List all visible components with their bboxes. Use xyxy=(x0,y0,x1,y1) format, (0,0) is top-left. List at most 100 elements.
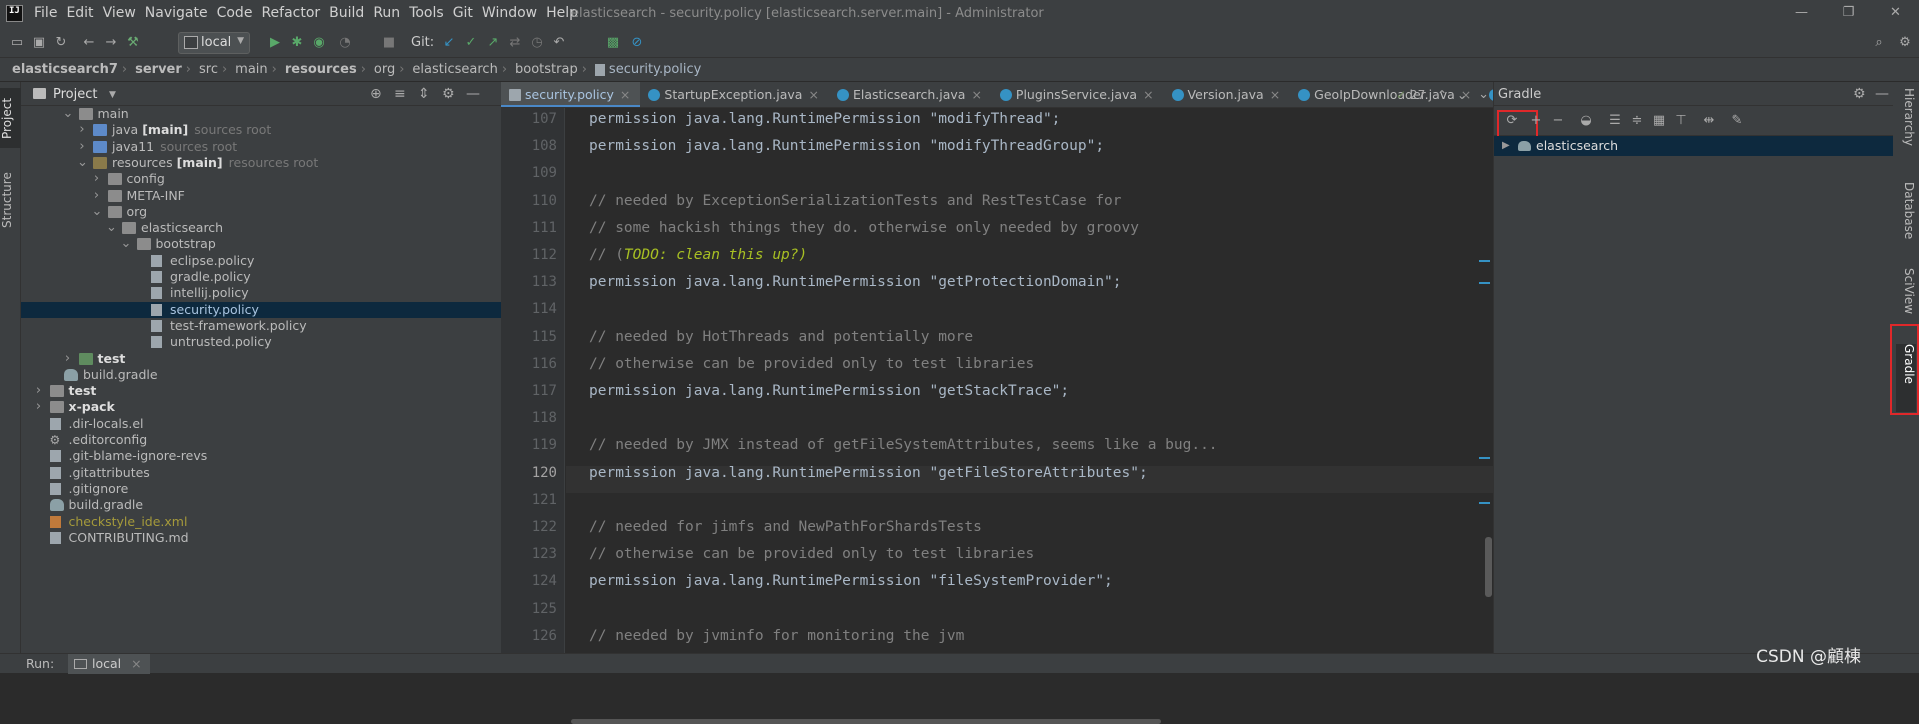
tree-node[interactable]: .gitignore xyxy=(21,481,501,497)
collapse-all-icon[interactable]: ≡ xyxy=(394,86,406,102)
tree-node[interactable]: › x-pack xyxy=(21,399,501,415)
run-tab-local[interactable]: local × xyxy=(68,654,150,674)
menu-item-code[interactable]: Code xyxy=(217,5,262,21)
tree-node[interactable]: › test xyxy=(21,383,501,399)
debug-icon[interactable]: ✱ xyxy=(288,34,306,52)
chevron-down-icon[interactable]: ⌄ xyxy=(92,204,103,220)
execute-task-icon[interactable]: ◒ xyxy=(1577,112,1595,130)
tree-node[interactable]: .gitattributes xyxy=(21,465,501,481)
tree-node[interactable]: › test xyxy=(21,351,501,367)
reload-gradle-icon[interactable]: ⟳ xyxy=(1497,110,1538,143)
editor-tab[interactable]: StartupException.java × xyxy=(640,82,829,107)
breadcrumb-item[interactable]: resources xyxy=(285,62,357,77)
close-icon[interactable]: × xyxy=(620,87,630,102)
build-hammer-icon[interactable]: ⚒ xyxy=(124,34,142,52)
add-icon[interactable]: + xyxy=(1527,112,1545,130)
git-rollback-icon[interactable]: ↶ xyxy=(550,34,568,52)
breadcrumb-item[interactable]: org xyxy=(374,62,395,77)
breadcrumb-item[interactable]: src xyxy=(199,62,218,77)
close-icon[interactable]: × xyxy=(1143,87,1153,102)
chevron-right-icon[interactable]: › xyxy=(92,171,102,187)
tree-node[interactable]: CONTRIBUTING.md xyxy=(21,530,501,546)
tree-node[interactable]: ⚙ .editorconfig xyxy=(21,432,501,448)
breadcrumb-item[interactable]: server xyxy=(135,62,182,77)
back-icon[interactable]: ← xyxy=(80,34,98,52)
tree-node[interactable]: .git-blame-ignore-revs xyxy=(21,448,501,464)
coverage-icon[interactable]: ◉ xyxy=(310,34,328,52)
settings-icon[interactable]: ⚙ xyxy=(1896,34,1914,52)
breadcrumb-file[interactable]: security.policy xyxy=(609,62,701,77)
hide-icon[interactable]: — xyxy=(1875,86,1889,102)
git-update-icon[interactable]: ↙ xyxy=(440,34,458,52)
editor-tab[interactable]: security.policy × xyxy=(501,82,641,107)
editor-tab[interactable]: Version.java × xyxy=(1164,82,1291,107)
menu-item-file[interactable]: File xyxy=(34,5,66,21)
offline-mode-icon[interactable]: ⇹ xyxy=(1700,112,1718,130)
tree-node[interactable]: › config xyxy=(21,171,501,187)
close-window-button[interactable]: ✕ xyxy=(1872,0,1919,28)
tree-node[interactable]: build.gradle xyxy=(21,497,501,513)
breadcrumb-item[interactable]: elasticsearch xyxy=(412,62,497,77)
git-history-icon[interactable]: ◷ xyxy=(528,34,546,52)
git-push-icon[interactable]: ↗ xyxy=(484,34,502,52)
chevron-right-icon[interactable]: › xyxy=(34,383,44,399)
tree-node[interactable]: build.gradle xyxy=(21,367,501,383)
tree-node[interactable]: ⌄ resources [main] resources root xyxy=(21,155,501,171)
menu-item-navigate[interactable]: Navigate xyxy=(145,5,217,21)
chevron-down-icon[interactable]: ⌄ xyxy=(77,155,88,171)
chevron-down-icon[interactable]: ⌄ xyxy=(1457,88,1467,102)
sync-icon[interactable]: ↻ xyxy=(52,34,70,52)
editor-horizontal-scrollbar[interactable] xyxy=(571,719,1161,724)
collapse-all-icon[interactable]: ≑ xyxy=(1628,112,1646,130)
tab-database[interactable]: Database xyxy=(1896,182,1916,252)
tree-node[interactable]: ⌄ elasticsearch xyxy=(21,220,501,236)
close-icon[interactable]: × xyxy=(131,656,141,671)
menu-item-build[interactable]: Build xyxy=(329,5,373,21)
profile-icon[interactable]: ◔ xyxy=(336,34,354,52)
maximize-button[interactable]: ❐ xyxy=(1825,0,1872,28)
minimize-button[interactable]: — xyxy=(1778,0,1825,28)
chevron-down-icon[interactable]: ⌄ xyxy=(63,106,74,122)
close-icon[interactable]: × xyxy=(1270,87,1280,102)
tree-node[interactable]: › java11 sources root xyxy=(21,139,501,155)
tab-hierarchy[interactable]: Hierarchy xyxy=(1896,88,1916,164)
code-area[interactable]: permission java.lang.RuntimePermission "… xyxy=(566,108,1493,653)
chevron-right-icon[interactable]: › xyxy=(34,399,44,415)
tree-node[interactable]: eclipse.policy xyxy=(21,253,501,269)
chevron-down-icon[interactable]: ▼ xyxy=(109,90,116,100)
tab-sciview[interactable]: SciView xyxy=(1896,268,1916,330)
menu-item-refactor[interactable]: Refactor xyxy=(261,5,329,21)
menu-item-edit[interactable]: Edit xyxy=(66,5,102,21)
tree-node[interactable]: .dir-locals.el xyxy=(21,416,501,432)
tree-node[interactable]: › META-INF xyxy=(21,188,501,204)
run-configuration-select[interactable]: local ▼ xyxy=(178,32,250,54)
analyze-icon[interactable]: ⊤ xyxy=(1672,112,1690,130)
chevron-right-icon[interactable]: › xyxy=(77,139,87,155)
tab-structure[interactable]: Structure xyxy=(0,160,21,240)
editor-tab[interactable]: Elasticsearch.java × xyxy=(829,82,992,107)
tree-node[interactable]: untrusted.policy xyxy=(21,334,501,350)
run-icon[interactable]: ▶ xyxy=(266,34,284,52)
chevron-down-icon[interactable]: ⌄ xyxy=(121,236,132,252)
menu-item-view[interactable]: View xyxy=(103,5,145,21)
chevron-right-icon[interactable]: › xyxy=(77,122,87,138)
gear-icon[interactable]: ⚙ xyxy=(442,86,455,102)
open-folder-icon[interactable]: ▭ xyxy=(8,34,26,52)
chevron-right-icon[interactable]: › xyxy=(63,351,73,367)
tree-node[interactable]: checkstyle_ide.xml xyxy=(21,514,501,530)
inspection-widget[interactable]: ✓ 27 ⌃ ⌄ xyxy=(1396,88,1467,102)
tree-node[interactable]: › java [main] sources root xyxy=(21,122,501,138)
git-commit-icon[interactable]: ✓ xyxy=(462,34,480,52)
wrench-icon[interactable]: ✎ xyxy=(1728,112,1746,130)
forward-icon[interactable]: → xyxy=(102,34,120,52)
tree-node[interactable]: security.policy xyxy=(21,301,501,318)
close-icon[interactable]: × xyxy=(971,87,981,102)
dependencies-icon[interactable]: ▦ xyxy=(1650,112,1668,130)
statistic-icon[interactable]: ▩ xyxy=(604,34,622,52)
save-icon[interactable]: ▣ xyxy=(30,34,48,52)
hide-icon[interactable]: — xyxy=(466,86,480,102)
stop-icon[interactable]: ■ xyxy=(380,34,398,52)
tree-node[interactable]: gradle.policy xyxy=(21,269,501,285)
breadcrumb-item[interactable]: elasticsearch7 xyxy=(12,62,118,77)
chevron-up-icon[interactable]: ⌃ xyxy=(1437,88,1447,102)
